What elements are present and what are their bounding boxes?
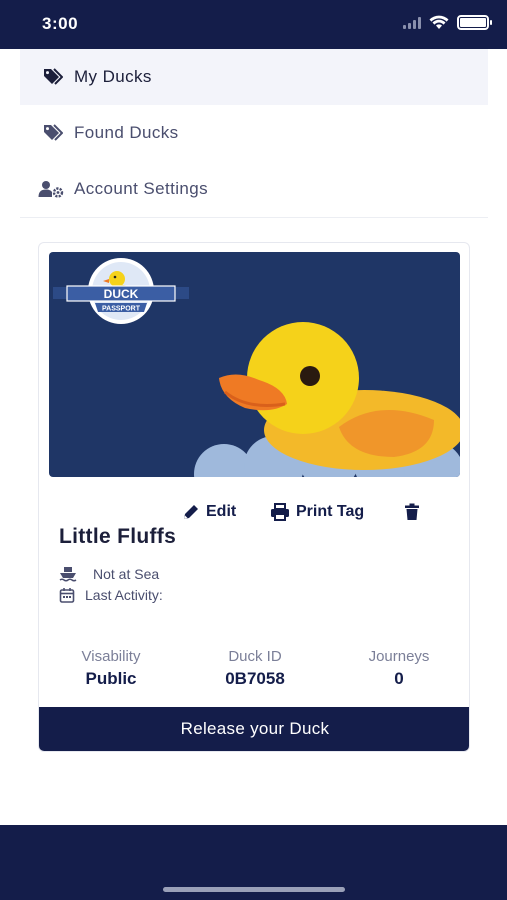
stat-value: 0B7058 — [225, 669, 285, 688]
stat-visibility: Visability Public — [41, 648, 181, 689]
duck-banner: DUCK PASSPORT — [49, 252, 460, 477]
logo-subtitle: PASSPORT — [102, 306, 141, 313]
logo-title: DUCK — [104, 287, 139, 301]
menu-item-my-ducks[interactable]: My Ducks — [20, 49, 488, 105]
card-actions: Edit Print Tag — [39, 503, 469, 523]
stat-label: Duck ID — [228, 648, 282, 665]
release-duck-button[interactable]: Release your Duck — [39, 707, 469, 751]
stat-label: Visability — [81, 648, 141, 665]
bottom-bar — [0, 825, 507, 900]
printer-icon — [271, 503, 289, 521]
status-bar: 3:00 — [0, 0, 507, 49]
edit-button[interactable]: Edit — [182, 503, 236, 521]
stat-journeys: Journeys 0 — [329, 648, 469, 689]
home-indicator[interactable] — [163, 887, 345, 892]
sea-status: Not at Sea — [59, 566, 159, 582]
print-tag-label: Print Tag — [296, 503, 365, 520]
stat-value: Public — [85, 669, 137, 688]
duck-card: DUCK PASSPORT Edit Print Tag Little Fluf… — [38, 242, 470, 752]
cellular-signal-icon — [403, 16, 421, 29]
stat-label: Journeys — [368, 648, 430, 665]
last-activity-label: Last Activity: — [85, 587, 163, 603]
menu-item-label: Found Ducks — [74, 123, 179, 142]
battery-icon — [457, 15, 492, 30]
duck-passport-logo: DUCK PASSPORT — [53, 258, 189, 324]
delete-button[interactable] — [403, 503, 421, 521]
menu-divider — [20, 217, 488, 218]
last-activity: Last Activity: — [59, 587, 163, 603]
menu-item-label: My Ducks — [74, 67, 152, 86]
duck-name: Little Fluffs — [59, 525, 177, 548]
menu-item-found-ducks[interactable]: Found Ducks — [20, 105, 488, 161]
duck-stats: Visability Public Duck ID 0B7058 Journey… — [39, 648, 469, 689]
sea-status-label: Not at Sea — [93, 566, 160, 582]
status-icons — [403, 15, 492, 30]
wifi-icon — [429, 15, 449, 29]
stat-value: 0 — [394, 669, 404, 688]
trash-icon — [405, 503, 419, 520]
tags-icon — [38, 123, 64, 143]
tags-icon — [38, 67, 64, 87]
stat-duck-id: Duck ID 0B7058 — [185, 648, 325, 689]
user-cog-icon — [38, 179, 64, 199]
edit-label: Edit — [206, 503, 237, 520]
pencil-icon — [184, 505, 198, 519]
print-tag-button[interactable]: Print Tag — [270, 503, 364, 521]
status-time: 3:00 — [42, 14, 79, 33]
calendar-icon — [59, 588, 75, 603]
menu-item-account-settings[interactable]: Account Settings — [20, 161, 488, 217]
ship-icon — [59, 567, 77, 582]
account-menu: My Ducks Found Ducks Account Settings — [20, 49, 488, 217]
menu-item-label: Account Settings — [74, 179, 208, 198]
